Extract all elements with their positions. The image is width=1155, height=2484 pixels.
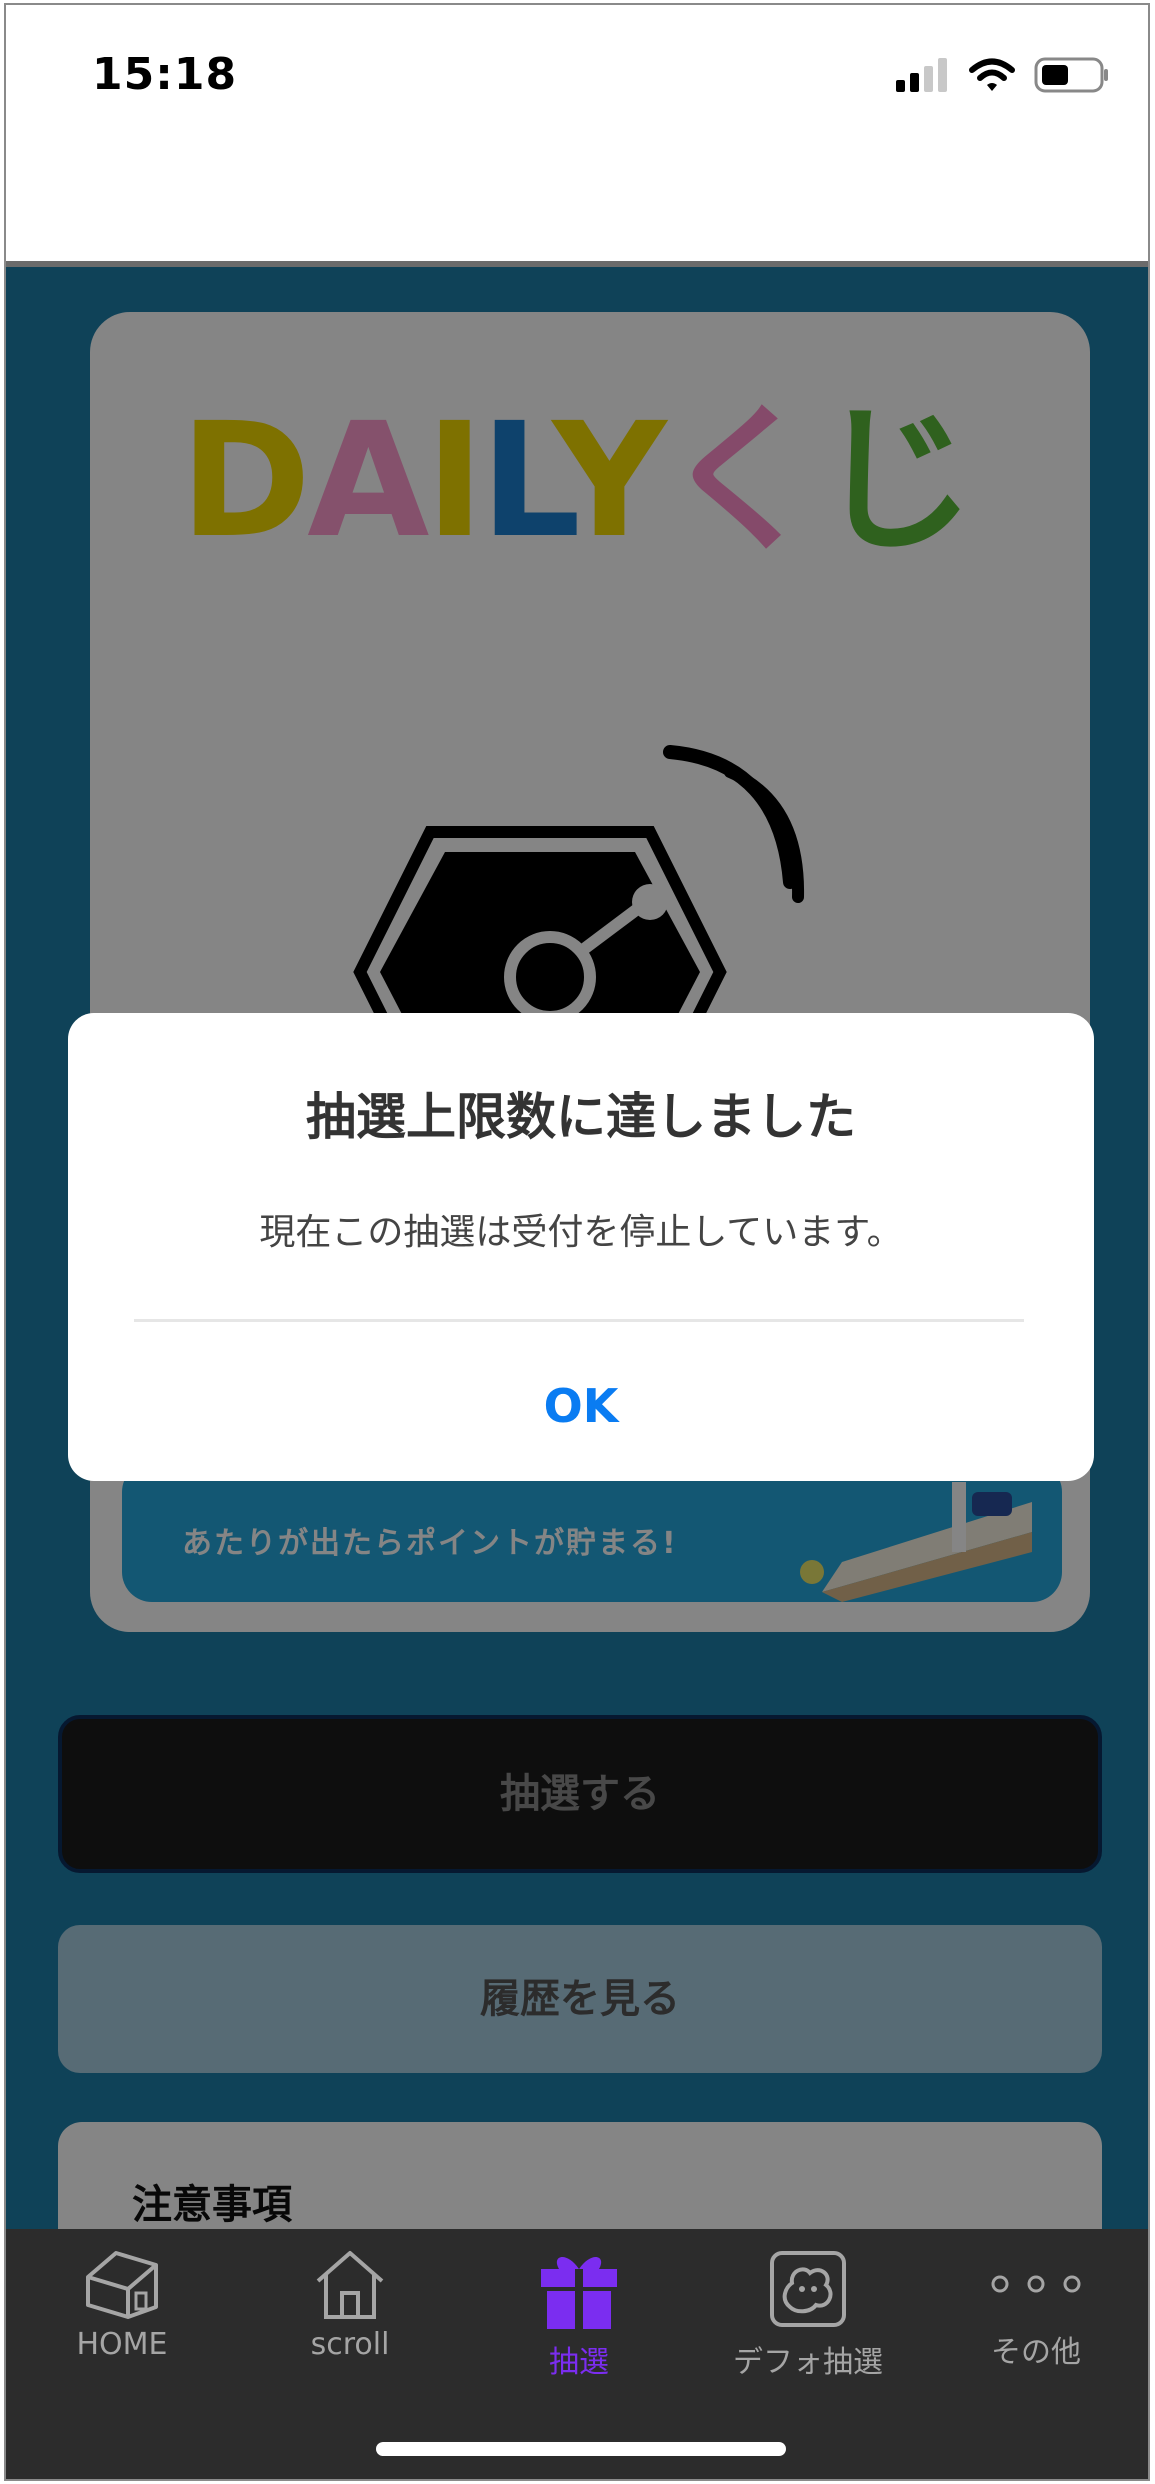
tab-default-lottery-label: デフォ抽選 <box>733 2345 883 2380</box>
dialog-title: 抽選上限数に達しました <box>306 1088 856 1146</box>
dialog-divider <box>134 1319 1024 1322</box>
ok-button[interactable]: OK <box>68 1379 1094 1433</box>
blob-card-icon <box>770 2251 846 2327</box>
gift-icon <box>541 2256 617 2329</box>
house-3d-icon <box>86 2251 158 2319</box>
status-icons <box>896 57 1110 97</box>
tab-default-lottery[interactable]: デフォ抽選 <box>708 2247 908 2381</box>
tab-more-label: その他 <box>991 2335 1081 2370</box>
phone-frame: 15:18 DAILYくじ あたりが出たらポイントが貯まる! 抽選する 履歴を見… <box>4 3 1150 2481</box>
limit-reached-dialog: 抽選上限数に達しました 現在この抽選は受付を停止しています。 OK <box>68 1013 1094 1481</box>
tab-home-label: HOME <box>76 2327 168 2362</box>
tab-lottery-label: 抽選 <box>549 2345 609 2380</box>
status-time: 15:18 <box>92 49 238 100</box>
tab-lottery[interactable]: 抽選 <box>479 2247 679 2381</box>
tab-more[interactable]: その他 <box>936 2247 1136 2371</box>
house-icon <box>316 2251 384 2319</box>
tab-home[interactable]: HOME <box>22 2247 222 2362</box>
home-indicator[interactable] <box>376 2442 786 2456</box>
more-dots-icon <box>991 2275 1081 2293</box>
dialog-message: 現在この抽選は受付を停止しています。 <box>259 1212 903 1253</box>
tab-scroll[interactable]: scroll <box>250 2247 450 2362</box>
tab-scroll-label: scroll <box>310 2327 390 2362</box>
status-bar: 15:18 <box>6 5 1148 155</box>
battery-icon <box>1034 57 1110 97</box>
app-header: 15:18 <box>6 5 1148 267</box>
wifi-icon <box>968 57 1016 97</box>
signal-icon <box>896 58 950 96</box>
